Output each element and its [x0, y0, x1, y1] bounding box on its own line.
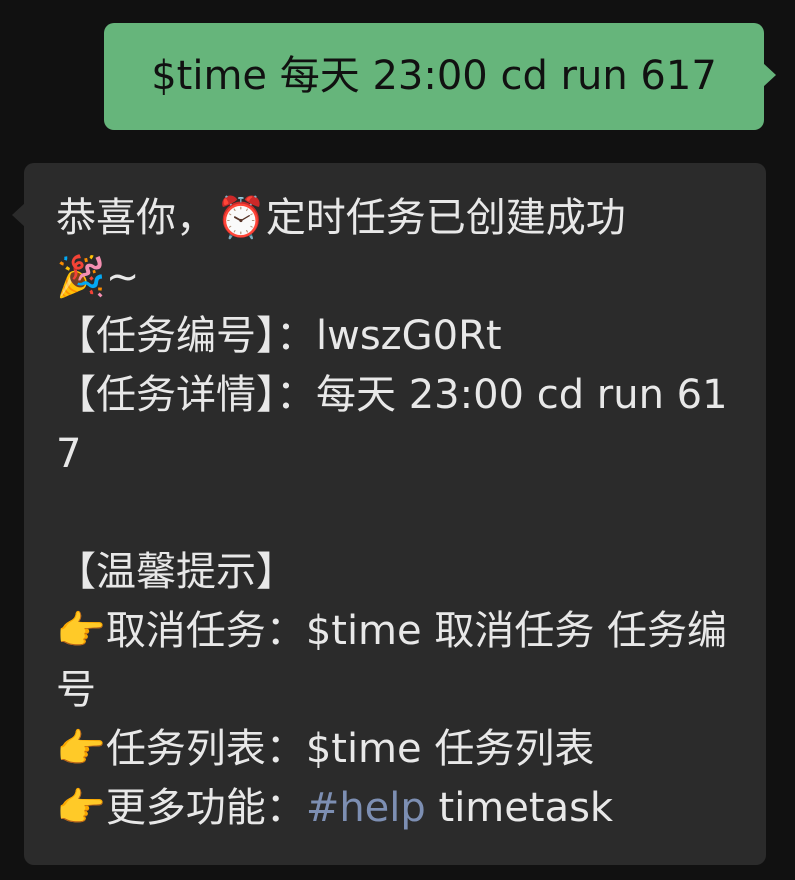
party-popper-icon: 🎉: [56, 254, 106, 300]
task-detail-label: 【任务详情】：: [56, 372, 316, 418]
task-id-line: 【任务编号】：lwszG0Rt: [56, 307, 746, 366]
task-id-value: lwszG0Rt: [316, 313, 502, 359]
created-text: 定时任务已创建成功: [265, 195, 626, 241]
success-line: 恭喜你，⏰定时任务已创建成功: [56, 189, 746, 248]
cancel-tip-line: 👉取消任务：$time 取消任务 任务编号: [56, 602, 746, 720]
incoming-message-bubble[interactable]: 恭喜你，⏰定时任务已创建成功 🎉~ 【任务编号】：lwszG0Rt 【任务详情】…: [12, 163, 766, 865]
task-detail-line: 【任务详情】：每天 23:00 cd run 617: [56, 366, 746, 484]
tilde-text: ~: [105, 254, 140, 300]
help-hashtag-link[interactable]: #help: [306, 785, 426, 831]
list-tip-command: $time 任务列表: [305, 726, 595, 772]
alarm-clock-icon: ⏰: [216, 195, 266, 241]
more-tip-line: 👉更多功能：#help timetask: [56, 779, 746, 838]
list-tip-label: 任务列表：: [105, 726, 306, 772]
more-tip-command: timetask: [425, 785, 614, 831]
pointing-hand-icon: 👉: [56, 785, 106, 831]
outgoing-message-bubble[interactable]: $time 每天 23:00 cd run 617: [104, 23, 776, 130]
pointing-hand-icon: 👉: [56, 608, 106, 654]
tips-header: 【温馨提示】: [56, 549, 296, 595]
more-tip-label: 更多功能：: [105, 785, 306, 831]
list-tip-line: 👉任务列表：$time 任务列表: [56, 720, 746, 779]
outgoing-bubble-tail: [763, 63, 776, 87]
greeting-text: 恭喜你，: [56, 195, 216, 241]
incoming-bubble-tail: [12, 203, 25, 227]
task-id-label: 【任务编号】：: [56, 313, 316, 359]
pointing-hand-icon: 👉: [56, 726, 106, 772]
outgoing-message-text: $time 每天 23:00 cd run 617: [151, 53, 717, 99]
chat-conversation: $time 每天 23:00 cd run 617 恭喜你，⏰定时任务已创建成功…: [0, 0, 795, 880]
celebration-line: 🎉~: [56, 248, 746, 307]
cancel-tip-label: 取消任务：: [105, 608, 306, 654]
